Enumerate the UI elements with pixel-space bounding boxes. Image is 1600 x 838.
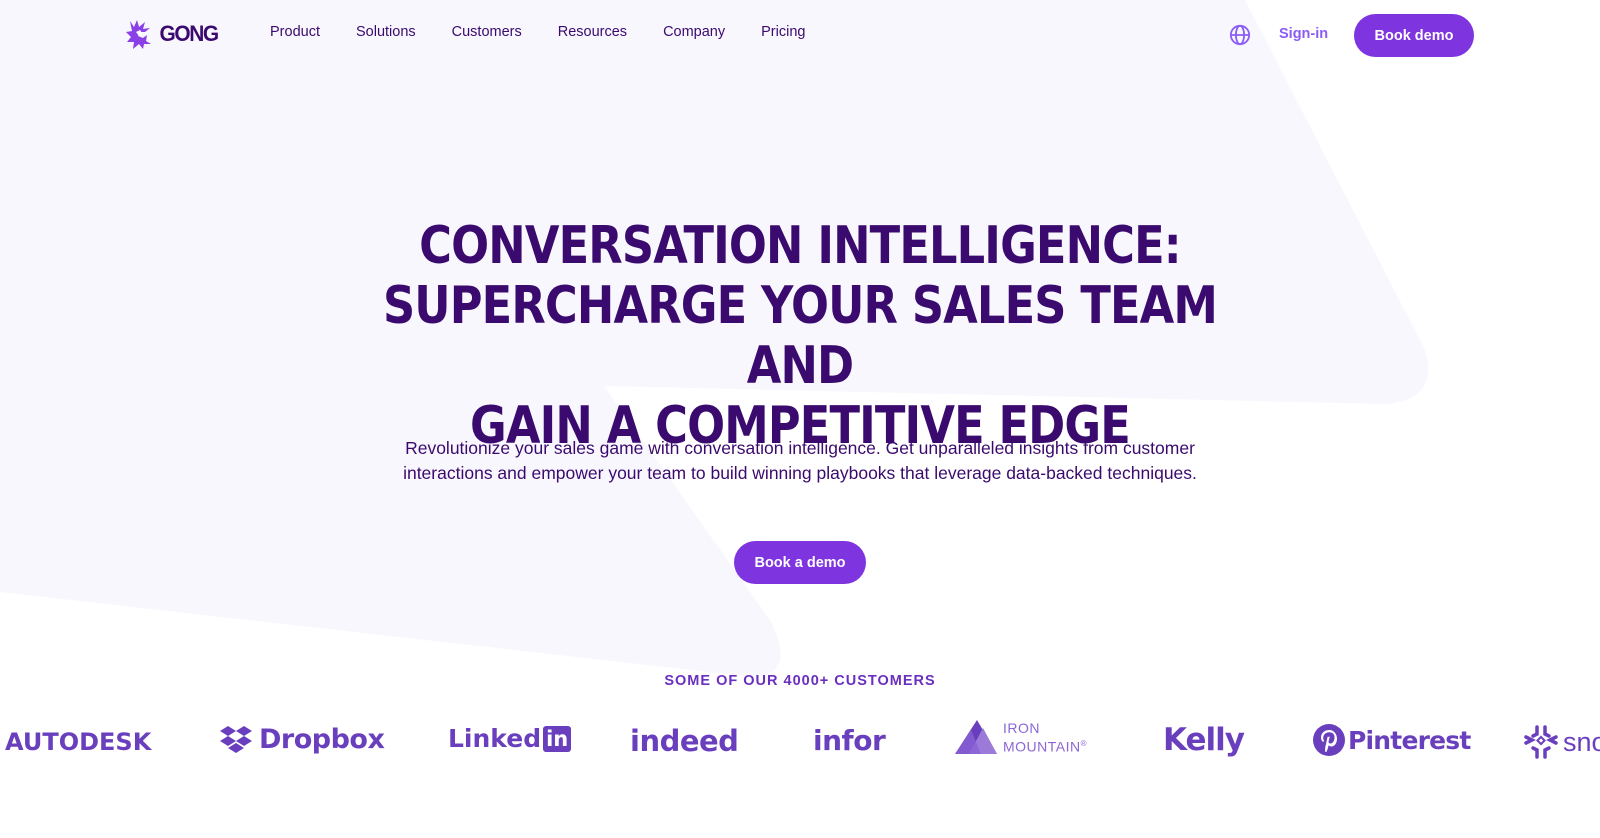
book-demo-button[interactable]: Book demo: [1354, 14, 1474, 57]
infor-wordmark: infor: [813, 724, 886, 757]
gong-starburst-icon: [126, 20, 151, 49]
iron-mountain-icon: [955, 720, 997, 755]
snowflake-icon: [1524, 725, 1558, 759]
hero-subtitle-line: interactions and empower your team to bu…: [403, 463, 1197, 483]
nav-link-solutions[interactable]: Solutions: [356, 24, 416, 40]
top-navigation: GONG Product Solutions Customers Resourc…: [0, 0, 1600, 70]
customer-logo-dropbox: Dropbox: [219, 724, 385, 755]
pinterest-icon: [1313, 724, 1345, 756]
linkedin-wordmark: Linked: [448, 724, 542, 753]
autodesk-wordmark: AUTODESK: [5, 728, 152, 756]
nav-link-company[interactable]: Company: [663, 24, 725, 40]
iron-mountain-wordmark: IRON MOUNTAIN®: [1003, 720, 1088, 755]
customer-logo-pinterest: Pinterest: [1313, 724, 1471, 756]
nav-link-customers[interactable]: Customers: [452, 24, 522, 40]
dropbox-icon: [220, 725, 252, 753]
customer-logo-snowflake: sno: [1523, 724, 1600, 760]
dropbox-wordmark: Dropbox: [259, 724, 385, 755]
hero-subtitle: Revolutionize your sales game with conve…: [330, 436, 1270, 486]
nav-link-product[interactable]: Product: [270, 24, 320, 40]
indeed-wordmark: indeed: [630, 724, 739, 758]
nav-link-pricing[interactable]: Pricing: [761, 24, 805, 40]
customer-logos-strip: AUTODESK Dropbox Linked in indeed infor …: [0, 718, 1600, 778]
logo-text: GONG: [159, 21, 220, 46]
customer-logo-infor: infor: [813, 724, 886, 757]
snowflake-wordmark: sno: [1563, 726, 1600, 757]
customer-logo-kelly: Kelly: [1163, 722, 1245, 758]
hero-title-line: CONVERSATION INTELLIGENCE:: [419, 216, 1182, 276]
kelly-wordmark: Kelly: [1163, 722, 1245, 758]
customers-heading: SOME OF OUR 4000+ CUSTOMERS: [664, 673, 936, 689]
hero-title: CONVERSATION INTELLIGENCE: SUPERCHARGE Y…: [370, 216, 1230, 456]
customer-logo-iron-mountain: IRON MOUNTAIN®: [955, 720, 1087, 755]
globe-icon[interactable]: [1229, 24, 1251, 46]
hero-subtitle-line: Revolutionize your sales game with conve…: [405, 438, 1195, 458]
gong-logo[interactable]: GONG: [124, 18, 219, 50]
hero-title-line: SUPERCHARGE YOUR SALES TEAM AND: [382, 276, 1218, 396]
customer-logo-indeed: indeed: [630, 724, 739, 758]
book-a-demo-button[interactable]: Book a demo: [734, 541, 866, 584]
main-menu: Product Solutions Customers Resources Co…: [270, 24, 841, 40]
nav-link-resources[interactable]: Resources: [558, 24, 627, 40]
customer-logo-linkedin: Linked in: [448, 724, 572, 753]
customer-logo-autodesk: AUTODESK: [5, 728, 151, 756]
pinterest-wordmark: Pinterest: [1348, 725, 1471, 755]
linkedin-in-icon: in: [543, 725, 572, 752]
sign-in-link[interactable]: Sign-in: [1279, 26, 1328, 42]
